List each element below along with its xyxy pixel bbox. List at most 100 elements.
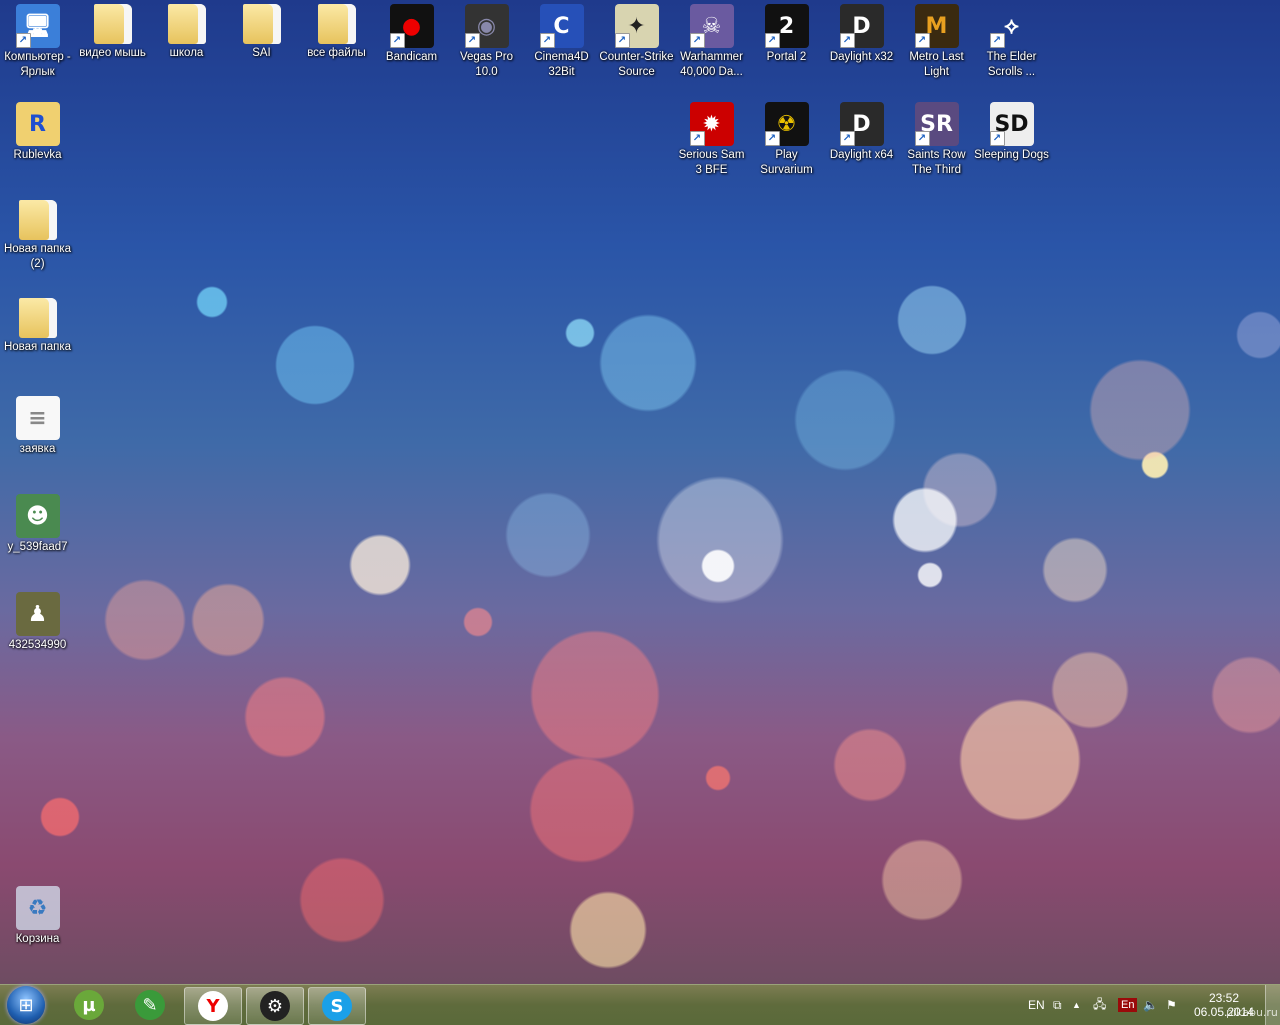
desktop-icon-label: Sleeping Dogs: [974, 149, 1049, 161]
taskbar-button-paint-tool[interactable]: ✎: [122, 987, 178, 1023]
desktop[interactable]: 🖥 ↗ Компьютер - Ярлык видео мышь школа SAI все…: [0, 0, 1280, 984]
clock-time: 23:52: [1208, 991, 1240, 1005]
desktop-icon[interactable]: M ↗ Metro Last Light: [899, 0, 974, 80]
desktop-icon-label: Portal 2: [766, 51, 807, 63]
taskbar-button-utorrent[interactable]: µ: [61, 987, 117, 1023]
taskbar-button-skype[interactable]: S: [308, 987, 366, 1025]
desktop-icon[interactable]: ☻ y_539faad7: [0, 490, 75, 555]
show-desktop-button[interactable]: [1265, 985, 1280, 1025]
taskbar: ⊞ µ ✎ Y ⚙ S EN ⧉ ▲ 🖧 En 🔈 ⚑ 23:52 06.05.2014…: [0, 984, 1280, 1025]
desktop-icon[interactable]: ☠ ↗ Warhammer 40,000 Da...: [674, 0, 749, 80]
desktop-icon[interactable]: C ↗ Cinema4D 32Bit: [524, 0, 599, 80]
shortcut-arrow-icon: ↗: [914, 33, 930, 48]
desktop-icon[interactable]: Новая папка (2): [0, 196, 75, 272]
show-hidden-icons-button[interactable]: ▲: [1072, 985, 1081, 1025]
desktop-icon-label: Daylight x32: [829, 51, 894, 63]
taskbar-button-yandex-browser[interactable]: Y: [184, 987, 242, 1025]
volume-icon[interactable]: 🔈: [1143, 985, 1158, 1025]
desktop-icon-label: Counter-Strike Source: [599, 51, 674, 78]
desktop-icon-label: Daylight x64: [829, 149, 894, 161]
image-file-icon: ☻: [15, 494, 60, 538]
desktop-icon[interactable]: ♻ Корзина: [0, 882, 75, 947]
desktop-icon[interactable]: ● ↗ Bandicam: [374, 0, 449, 65]
warhammer-icon: ☠ ↗: [689, 4, 734, 48]
desktop-icon-label: Rublevka: [13, 149, 62, 161]
image-file-icon: ♟: [15, 592, 60, 636]
desktop-icon[interactable]: все файлы: [299, 0, 374, 61]
folder-icon: [242, 4, 281, 44]
desktop-icon[interactable]: R Rublevka: [0, 98, 75, 163]
desktop-icon[interactable]: 2 ↗ Portal 2: [749, 0, 824, 65]
shortcut-arrow-icon: ↗: [989, 33, 1005, 48]
desktop-icon[interactable]: 🖥 ↗ Компьютер - Ярлык: [0, 0, 75, 80]
desktop-icon-label: Cinema4D 32Bit: [534, 51, 589, 78]
shortcut-arrow-icon: ↗: [15, 33, 31, 48]
desktop-icon-label: SAI: [252, 47, 271, 59]
shortcut-arrow-icon: ↗: [464, 33, 480, 48]
saints-row-icon: SR ↗: [914, 102, 959, 146]
daylight-icon: D ↗: [839, 102, 884, 146]
paint-tool-icon: ✎: [135, 990, 165, 1020]
shortcut-arrow-icon: ↗: [839, 33, 855, 48]
skype-icon: S: [322, 991, 352, 1021]
action-center-flag-icon[interactable]: ⚑: [1166, 985, 1177, 1025]
language-indicator[interactable]: EN: [1028, 985, 1045, 1025]
desktop-icon[interactable]: ✹ ↗ Serious Sam 3 BFE: [674, 98, 749, 178]
desktop-icon-label: Saints Row The Third: [907, 149, 966, 176]
text-file-icon: ≡: [15, 396, 60, 440]
network-icon[interactable]: 🖧: [1093, 985, 1106, 1025]
desktop-icon[interactable]: ⟡ ↗ The Elder Scrolls ...: [974, 0, 1049, 80]
shortcut-arrow-icon: ↗: [689, 131, 705, 146]
desktop-icon-label: Корзина: [15, 933, 60, 945]
bandicam-icon: ● ↗: [389, 4, 434, 48]
taskbar-button-steam[interactable]: ⚙: [246, 987, 304, 1025]
desktop-icon-label: Warhammer 40,000 Da...: [680, 51, 743, 78]
cinema4d-icon: C ↗: [539, 4, 584, 48]
sleeping-dogs-icon: SD ↗: [989, 102, 1034, 146]
vegas-pro-icon: ◉ ↗: [464, 4, 509, 48]
keyboard-layout-indicator[interactable]: En: [1118, 998, 1138, 1012]
desktop-icon[interactable]: школа: [149, 0, 224, 61]
daylight-icon: D ↗: [839, 4, 884, 48]
shortcut-arrow-icon: ↗: [839, 131, 855, 146]
desktop-icon[interactable]: видео мышь: [75, 0, 150, 61]
desktop-icon[interactable]: SAI: [224, 0, 299, 61]
portal2-icon: 2 ↗: [764, 4, 809, 48]
desktop-icon[interactable]: ✦ ↗ Counter-Strike Source: [599, 0, 674, 80]
desktop-icon-label: Serious Sam 3 BFE: [678, 149, 745, 176]
desktop-icon-label: Новая папка (2): [3, 243, 72, 270]
desktop-icon[interactable]: Новая папка: [0, 294, 75, 355]
shortcut-arrow-icon: ↗: [539, 33, 555, 48]
input-settings-icon[interactable]: ⧉: [1053, 985, 1062, 1025]
serious-sam-icon: ✹ ↗: [689, 102, 734, 146]
shortcut-arrow-icon: ↗: [689, 33, 705, 48]
desktop-icon[interactable]: ☢ ↗ Play Survarium: [749, 98, 824, 178]
desktop-icon[interactable]: ♟ 432534990: [0, 588, 75, 653]
desktop-icon[interactable]: D ↗ Daylight x32: [824, 0, 899, 65]
desktop-icon[interactable]: D ↗ Daylight x64: [824, 98, 899, 163]
folder-r-icon: R: [15, 102, 60, 146]
watermark: pikabu.ru: [1226, 1006, 1278, 1019]
desktop-icon-label: 432534990: [8, 639, 67, 651]
desktop-icon-label: Metro Last Light: [909, 51, 964, 78]
computer-icon: 🖥 ↗: [15, 4, 60, 48]
desktop-icon[interactable]: ≡ заявка: [0, 392, 75, 457]
desktop-icon-label: Новая папка: [3, 341, 72, 353]
shortcut-arrow-icon: ↗: [764, 131, 780, 146]
clock[interactable]: 23:52 06.05.2014: [1194, 985, 1254, 1025]
folder-icon: [18, 200, 57, 240]
yandex-browser-icon: Y: [198, 991, 228, 1021]
desktop-icon-label: The Elder Scrolls ...: [986, 51, 1037, 78]
desktop-icon[interactable]: SR ↗ Saints Row The Third: [899, 98, 974, 178]
desktop-icon[interactable]: SD ↗ Sleeping Dogs: [974, 98, 1049, 163]
desktop-icon-label: y_539faad7: [7, 541, 68, 553]
windows-logo-icon: ⊞: [18, 994, 34, 1016]
folder-icon: [18, 298, 57, 338]
desktop-icon[interactable]: ◉ ↗ Vegas Pro 10.0: [449, 0, 524, 80]
folder-icon: [317, 4, 356, 44]
utorrent-icon: µ: [74, 990, 104, 1020]
start-button[interactable]: ⊞: [7, 986, 45, 1024]
desktop-icon-label: Vegas Pro 10.0: [459, 51, 514, 78]
metro-icon: M ↗: [914, 4, 959, 48]
counter-strike-icon: ✦ ↗: [614, 4, 659, 48]
